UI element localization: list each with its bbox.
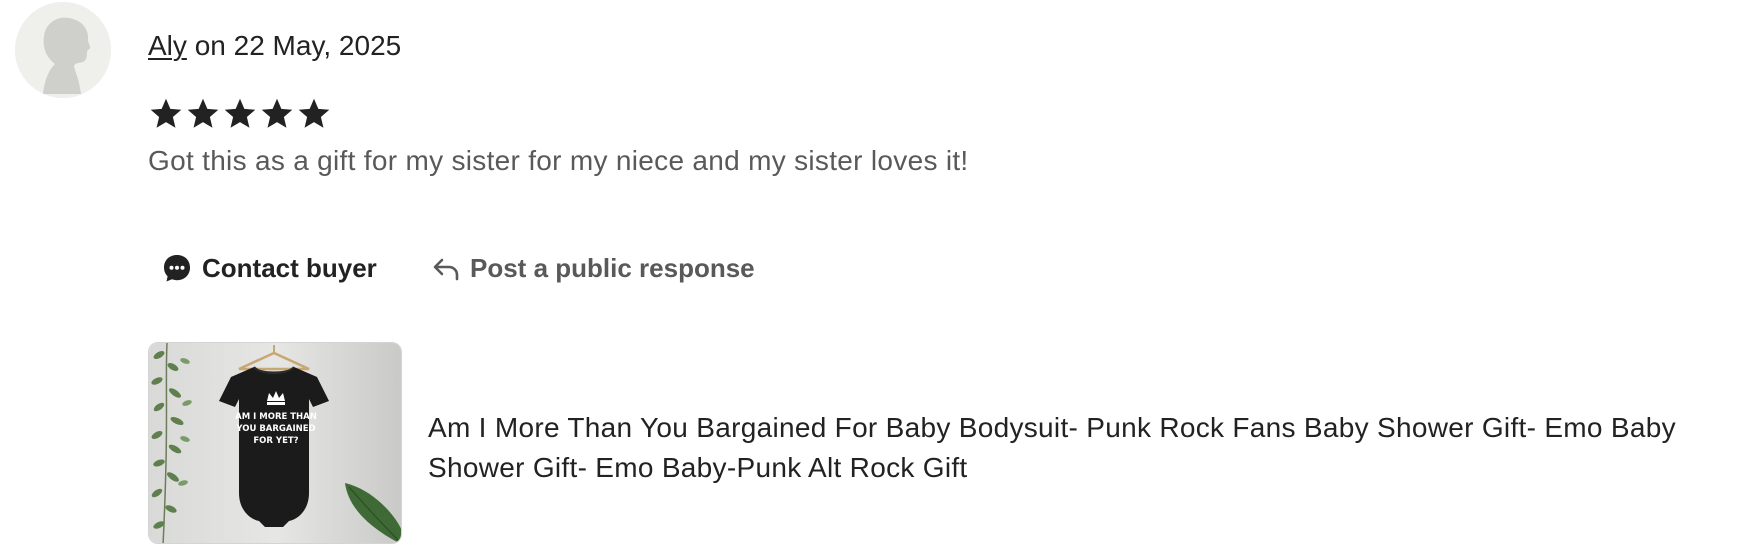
- post-public-response-label: Post a public response: [470, 253, 755, 283]
- star-icon: [187, 98, 219, 128]
- bodysuit-text-line3: FOR YET?: [253, 436, 298, 446]
- reply-arrow-icon: [432, 254, 460, 282]
- star-icon: [261, 98, 293, 128]
- bodysuit-text-line1: AM I MORE THAN: [235, 412, 317, 422]
- reviewer-name-link[interactable]: Aly: [148, 30, 187, 61]
- chat-bubble-icon: [162, 253, 192, 283]
- listing-thumbnail[interactable]: AM I MORE THAN YOU BARGAINED FOR YET?: [148, 342, 402, 544]
- review-date: 22 May, 2025: [233, 30, 402, 61]
- bodysuit-text-line2: YOU BARGAINED: [235, 424, 315, 434]
- star-rating: [148, 96, 332, 132]
- review-header: Aly on 22 May, 2025: [148, 28, 401, 64]
- contact-buyer-label: Contact buyer: [202, 253, 377, 283]
- star-icon: [224, 98, 256, 128]
- baby-bodysuit-image: AM I MORE THAN YOU BARGAINED FOR YET?: [149, 343, 401, 543]
- review-text: Got this as a gift for my sister for my …: [148, 145, 969, 176]
- reviewer-avatar: [15, 2, 111, 98]
- contact-buyer-button[interactable]: Contact buyer: [162, 252, 377, 284]
- default-avatar-icon: [15, 2, 111, 98]
- listing-title-link[interactable]: Am I More Than You Bargained For Baby Bo…: [428, 408, 1728, 488]
- date-prefix: on: [194, 30, 226, 61]
- post-public-response-button[interactable]: Post a public response: [432, 252, 755, 284]
- star-icon: [150, 98, 182, 128]
- star-icon: [298, 98, 330, 128]
